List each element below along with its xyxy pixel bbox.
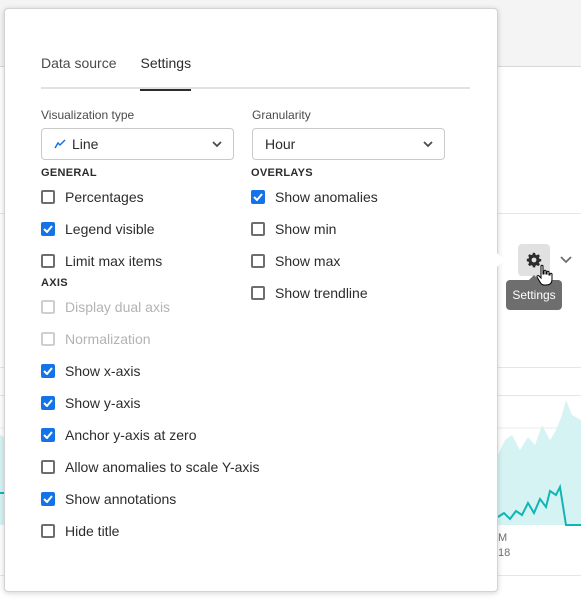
checkbox-unchecked[interactable]: [251, 222, 265, 236]
granularity-value: Hour: [265, 136, 296, 152]
axis-section-heading: AXIS: [41, 277, 68, 289]
checkbox-unchecked[interactable]: [41, 460, 55, 474]
checkbox-legend-visible[interactable]: Legend visible: [41, 219, 155, 239]
line-chart-icon: [54, 139, 66, 149]
checkmark-icon: [253, 193, 263, 201]
tab-data-source[interactable]: Data source: [41, 53, 116, 89]
checkbox-hide-title[interactable]: Hide title: [41, 521, 119, 541]
checkbox-show-max[interactable]: Show max: [251, 251, 340, 271]
checkbox-percentages[interactable]: Percentages: [41, 187, 144, 207]
overlays-section-heading: OVERLAYS: [251, 167, 313, 179]
checkmark-icon: [43, 431, 53, 439]
checkbox-checked[interactable]: [41, 396, 55, 410]
checkbox-normalization: Normalization: [41, 329, 151, 349]
checkbox-allow-anomalies-to-scale-y-axis[interactable]: Allow anomalies to scale Y-axis: [41, 457, 260, 477]
x-axis-tick-date: 18: [498, 547, 511, 559]
checkbox-limit-max-items[interactable]: Limit max items: [41, 251, 162, 271]
checkmark-icon: [43, 399, 53, 407]
checkbox-show-min[interactable]: Show min: [251, 219, 336, 239]
checkbox-unchecked[interactable]: [41, 254, 55, 268]
popover-pointer: [496, 252, 504, 268]
checkbox-label: Hide title: [65, 523, 120, 539]
granularity-label: Granularity: [252, 108, 311, 122]
hand-cursor-icon: [536, 264, 553, 286]
x-axis-tick-time: M: [498, 532, 508, 544]
visualization-type-label: Visualization type: [41, 108, 135, 122]
checkbox-unchecked: [41, 332, 55, 346]
checkbox-checked[interactable]: [41, 428, 55, 442]
popover-tabs: Data source Settings: [41, 53, 470, 91]
checkbox-unchecked[interactable]: [41, 190, 55, 204]
checkbox-label: Allow anomalies to scale Y-axis: [65, 459, 260, 475]
checkbox-unchecked[interactable]: [41, 524, 55, 538]
tab-settings[interactable]: Settings: [140, 53, 191, 91]
checkbox-label: Show anomalies: [275, 189, 378, 205]
checkbox-show-anomalies[interactable]: Show anomalies: [251, 187, 378, 207]
chevron-down-icon: [560, 256, 572, 264]
checkbox-label: Show x-axis: [65, 363, 141, 379]
checkbox-checked[interactable]: [41, 364, 55, 378]
chevron-down-icon: [423, 141, 433, 148]
checkbox-label: Display dual axis: [65, 299, 171, 315]
checkbox-checked[interactable]: [251, 190, 265, 204]
checkbox-label: Normalization: [65, 331, 151, 347]
checkbox-checked[interactable]: [41, 222, 55, 236]
chevron-down-icon: [212, 141, 222, 148]
checkbox-show-x-axis[interactable]: Show x-axis: [41, 361, 140, 381]
checkbox-checked[interactable]: [41, 492, 55, 506]
checkbox-label: Show annotations: [65, 491, 177, 507]
checkmark-icon: [43, 225, 53, 233]
checkbox-unchecked: [41, 300, 55, 314]
checkbox-anchor-y-axis-at-zero[interactable]: Anchor y-axis at zero: [41, 425, 197, 445]
checkbox-label: Limit max items: [65, 253, 163, 269]
checkbox-label: Show trendline: [275, 285, 368, 301]
checkbox-show-annotations[interactable]: Show annotations: [41, 489, 176, 509]
checkbox-label: Show min: [275, 221, 337, 237]
visualization-type-value: Line: [72, 136, 99, 152]
checkbox-show-y-axis[interactable]: Show y-axis: [41, 393, 140, 413]
settings-popover: Data source Settings Visualization type …: [4, 8, 498, 592]
general-section-heading: GENERAL: [41, 167, 97, 179]
checkmark-icon: [43, 367, 53, 375]
checkbox-unchecked[interactable]: [251, 286, 265, 300]
checkbox-label: Percentages: [65, 189, 144, 205]
checkbox-label: Show y-axis: [65, 395, 141, 411]
checkbox-unchecked[interactable]: [251, 254, 265, 268]
checkmark-icon: [43, 495, 53, 503]
anomaly-band: [498, 400, 581, 525]
granularity-picker[interactable]: Hour: [252, 128, 445, 160]
checkbox-label: Anchor y-axis at zero: [65, 427, 197, 443]
checkbox-label: Show max: [275, 253, 341, 269]
checkbox-show-trendline[interactable]: Show trendline: [251, 283, 368, 303]
checkbox-label: Legend visible: [65, 221, 155, 237]
visualization-type-picker[interactable]: Line: [41, 128, 234, 160]
more-options-chevron[interactable]: [556, 250, 576, 270]
checkbox-display-dual-axis: Display dual axis: [41, 297, 170, 317]
